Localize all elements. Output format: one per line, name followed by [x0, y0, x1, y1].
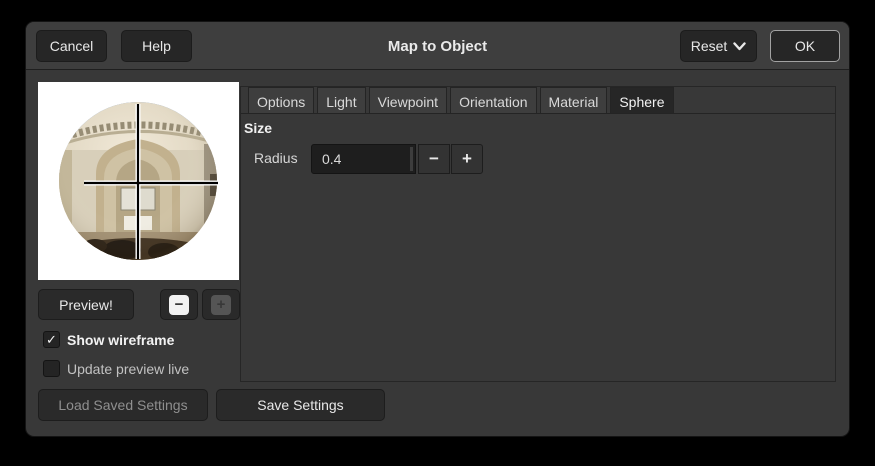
size-section-title: Size [244, 120, 273, 136]
tab-orientation[interactable]: Orientation [450, 87, 537, 113]
preview-sphere-image [59, 102, 218, 260]
zoom-out-icon: − [169, 294, 189, 315]
radius-input[interactable] [312, 145, 415, 173]
settings-notebook: Options Light Viewpoint Orientation Mate… [240, 86, 836, 382]
spinscale-grip[interactable] [410, 147, 413, 171]
tab-strip: Options Light Viewpoint Orientation Mate… [241, 87, 835, 114]
update-preview-live-label: Update preview live [67, 360, 190, 377]
update-preview-live-checkbox[interactable]: Update preview live [43, 360, 189, 377]
help-button[interactable]: Help [121, 30, 192, 62]
show-wireframe-checkbox[interactable]: ✓ Show wireframe [43, 331, 174, 348]
plus-icon: + [462, 149, 472, 168]
radius-increment-button[interactable]: + [451, 144, 483, 174]
zoom-out-button[interactable]: − [160, 289, 198, 320]
preview-button[interactable]: Preview! [38, 289, 134, 320]
minus-icon: − [429, 149, 439, 168]
chevron-down-icon [733, 41, 746, 50]
reset-button[interactable]: Reset [680, 30, 757, 62]
show-wireframe-label: Show wireframe [67, 331, 175, 348]
checkbox-unchecked-icon [43, 360, 60, 377]
ok-button[interactable]: OK [770, 30, 840, 62]
tab-sphere[interactable]: Sphere [610, 87, 674, 113]
zoom-in-button[interactable]: + [202, 289, 240, 320]
map-to-object-dialog: Cancel Help Map to Object Reset OK Previ… [26, 22, 849, 436]
preview-canvas[interactable] [38, 82, 239, 280]
radius-decrement-button[interactable]: − [418, 144, 450, 174]
zoom-in-icon: + [211, 294, 231, 315]
save-settings-button[interactable]: Save Settings [216, 389, 385, 421]
radius-spinscale [311, 144, 416, 174]
cancel-button[interactable]: Cancel [36, 30, 107, 62]
load-saved-settings-button[interactable]: Load Saved Settings [38, 389, 208, 421]
tab-light[interactable]: Light [317, 87, 366, 113]
tab-material[interactable]: Material [539, 87, 608, 113]
tab-options[interactable]: Options [248, 87, 315, 113]
checkbox-checked-icon: ✓ [43, 331, 60, 348]
reset-button-label: Reset [690, 38, 728, 54]
dialog-titlebar: Cancel Help Map to Object Reset OK [26, 22, 849, 70]
tab-viewpoint[interactable]: Viewpoint [368, 87, 448, 113]
radius-label: Radius [254, 150, 298, 166]
